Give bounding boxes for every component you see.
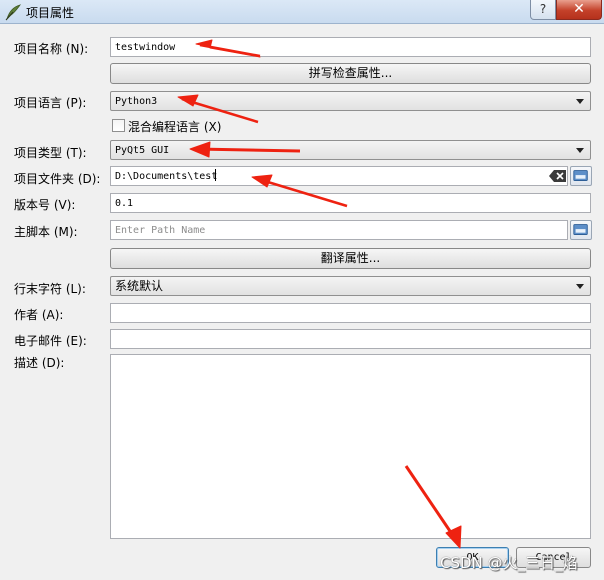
close-button[interactable]: ✕ xyxy=(556,0,602,20)
project-folder-label: 项目文件夹 (D): xyxy=(14,172,101,186)
project-language-value: Python3 xyxy=(115,96,158,107)
project-type-label: 项目类型 (T): xyxy=(14,146,87,160)
description-label: 描述 (D): xyxy=(14,356,65,370)
description-textarea[interactable] xyxy=(110,354,591,539)
project-type-value: PyQt5 GUI xyxy=(115,145,170,156)
email-label: 电子邮件 (E): xyxy=(14,334,87,348)
chevron-down-icon xyxy=(576,284,584,289)
mixed-language-checkbox[interactable] xyxy=(112,119,125,132)
project-language-label: 项目语言 (P): xyxy=(14,96,87,110)
feather-icon xyxy=(5,4,22,21)
file-browse-button[interactable] xyxy=(570,220,592,240)
help-button[interactable]: ? xyxy=(530,0,556,20)
project-name-input[interactable]: testwindow xyxy=(110,37,591,57)
text-caret xyxy=(215,169,216,181)
chevron-down-icon xyxy=(576,99,584,104)
version-input[interactable]: 0.1 xyxy=(110,193,591,213)
spell-check-properties-button[interactable]: 拼写检查属性... xyxy=(110,63,591,84)
eol-select[interactable]: 系统默认 xyxy=(110,276,591,296)
watermark: CSDN @火_三日_焰 xyxy=(440,554,578,572)
title-bar: 项目属性 xyxy=(0,0,604,24)
file-browse-icon xyxy=(573,224,588,235)
chevron-down-icon xyxy=(576,148,584,153)
project-type-select[interactable]: PyQt5 GUI xyxy=(110,140,591,160)
project-name-label: 项目名称 (N): xyxy=(14,42,89,56)
clear-icon[interactable] xyxy=(549,169,567,183)
folder-browse-button[interactable] xyxy=(570,166,592,186)
author-input[interactable] xyxy=(110,303,591,323)
main-script-input[interactable]: Enter Path Name xyxy=(110,220,568,240)
author-label: 作者 (A): xyxy=(14,308,64,322)
project-language-select[interactable]: Python3 xyxy=(110,91,591,111)
project-folder-input[interactable]: D:\Documents\test xyxy=(110,166,568,186)
version-label: 版本号 (V): xyxy=(14,198,76,212)
eol-value: 系统默认 xyxy=(115,279,164,293)
folder-browse-icon xyxy=(573,170,588,181)
email-input[interactable] xyxy=(110,329,591,349)
mixed-language-label[interactable]: 混合编程语言 (X) xyxy=(128,118,221,135)
main-script-label: 主脚本 (M): xyxy=(14,225,78,239)
translation-properties-button[interactable]: 翻译属性... xyxy=(110,248,591,269)
eol-label: 行末字符 (L): xyxy=(14,282,86,296)
window-title: 项目属性 xyxy=(26,6,75,20)
